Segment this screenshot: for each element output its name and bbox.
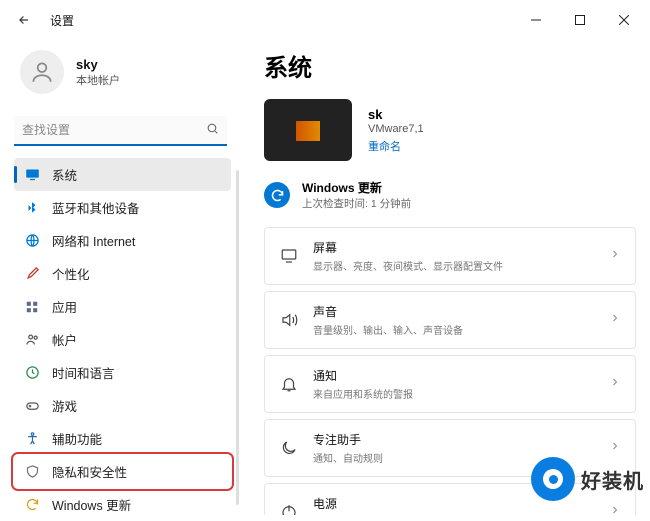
back-button[interactable] (8, 4, 40, 36)
sidebar-item-label: 系统 (52, 165, 77, 184)
card-title: 通知 (313, 367, 595, 384)
update-status-icon (264, 182, 290, 208)
sidebar-item-system[interactable]: 系统 (14, 158, 231, 191)
sidebar-item-label: 蓝牙和其他设备 (52, 198, 140, 217)
update-sub: 上次检查时间: 1 分钟前 (302, 196, 411, 211)
sidebar-item-label: 帐户 (52, 330, 77, 349)
user-sub: 本地帐户 (76, 72, 120, 88)
device-thumbnail (264, 99, 352, 161)
card-title: 屏幕 (313, 239, 595, 256)
device-model: VMware7,1 (368, 123, 424, 135)
power-icon (279, 503, 299, 515)
system-icon (24, 167, 40, 183)
minimize-icon (531, 15, 541, 25)
maximize-icon (575, 15, 585, 25)
person-icon (29, 59, 55, 85)
watermark: 好装机 (531, 457, 644, 501)
brush-icon (24, 266, 40, 282)
card-title: 声音 (313, 303, 595, 320)
sidebar-item-network[interactable]: 网络和 Internet (14, 224, 231, 257)
card-display[interactable]: 屏幕显示器、亮度、夜间模式、显示器配置文件 (264, 227, 636, 285)
maximize-button[interactable] (558, 4, 602, 36)
display-icon (279, 247, 299, 265)
window-title: 设置 (50, 12, 74, 29)
watermark-icon (531, 457, 575, 501)
sidebar-item-label: 游戏 (52, 396, 77, 415)
sidebar-item-bluetooth[interactable]: 蓝牙和其他设备 (14, 191, 231, 224)
gaming-icon (24, 398, 40, 414)
accessibility-icon (24, 431, 40, 447)
card-sub: 来自应用和系统的警报 (313, 386, 595, 401)
accounts-icon (24, 332, 40, 348)
sidebar-item-time[interactable]: 时间和语言 (14, 356, 231, 389)
sidebar-item-label: 辅助功能 (52, 429, 102, 448)
chevron-right-icon (609, 503, 621, 515)
sidebar-item-accounts[interactable]: 帐户 (14, 323, 231, 356)
update-icon (24, 497, 40, 513)
apps-icon (24, 299, 40, 315)
search-icon (206, 122, 219, 140)
card-title: 专注助手 (313, 431, 595, 448)
close-icon (619, 15, 629, 25)
device-name: sk (368, 107, 424, 122)
device-info: sk VMware7,1 重命名 (264, 99, 636, 161)
minimize-button[interactable] (514, 4, 558, 36)
rename-link[interactable]: 重命名 (368, 138, 424, 154)
sidebar-item-label: Windows 更新 (52, 495, 131, 514)
moon-icon (279, 439, 299, 457)
bell-icon (279, 375, 299, 393)
chevron-right-icon (609, 247, 621, 265)
sidebar-item-update[interactable]: Windows 更新 (14, 488, 231, 521)
chevron-right-icon (609, 375, 621, 393)
sidebar-item-accessibility[interactable]: 辅助功能 (14, 422, 231, 455)
shield-icon (24, 464, 40, 480)
sidebar-item-gaming[interactable]: 游戏 (14, 389, 231, 422)
card-sound[interactable]: 声音音量级别、输出、输入、声音设备 (264, 291, 636, 349)
sidebar-item-label: 网络和 Internet (52, 231, 135, 250)
back-icon (17, 13, 31, 27)
sidebar-item-label: 应用 (52, 297, 77, 316)
update-title: Windows 更新 (302, 179, 411, 196)
sidebar-item-label: 时间和语言 (52, 363, 115, 382)
windows-update-status[interactable]: Windows 更新 上次检查时间: 1 分钟前 (264, 179, 636, 211)
sidebar-item-label: 隐私和安全性 (52, 462, 127, 481)
avatar (20, 50, 64, 94)
page-title: 系统 (264, 48, 636, 83)
sound-icon (279, 311, 299, 329)
sidebar-item-privacy[interactable]: 隐私和安全性 (14, 455, 231, 488)
network-icon (24, 233, 40, 249)
card-sub: 显示器、亮度、夜间模式、显示器配置文件 (313, 258, 595, 273)
user-account[interactable]: sky 本地帐户 (14, 40, 231, 112)
sidebar: sky 本地帐户 系统 蓝牙和其他设备 网络和 Internet (0, 40, 240, 515)
clock-icon (24, 365, 40, 381)
card-sub: 音量级别、输出、输入、声音设备 (313, 322, 595, 337)
chevron-right-icon (609, 439, 621, 457)
user-name: sky (76, 57, 120, 72)
sidebar-item-personalization[interactable]: 个性化 (14, 257, 231, 290)
close-button[interactable] (602, 4, 646, 36)
main-content: 系统 sk VMware7,1 重命名 Windows 更新 上次检查时间: 1… (240, 40, 650, 515)
sidebar-item-label: 个性化 (52, 264, 90, 283)
chevron-right-icon (609, 311, 621, 329)
card-notifications[interactable]: 通知来自应用和系统的警报 (264, 355, 636, 413)
watermark-text: 好装机 (581, 465, 644, 494)
sidebar-item-apps[interactable]: 应用 (14, 290, 231, 323)
bluetooth-icon (24, 200, 40, 216)
search-input[interactable] (14, 116, 227, 146)
